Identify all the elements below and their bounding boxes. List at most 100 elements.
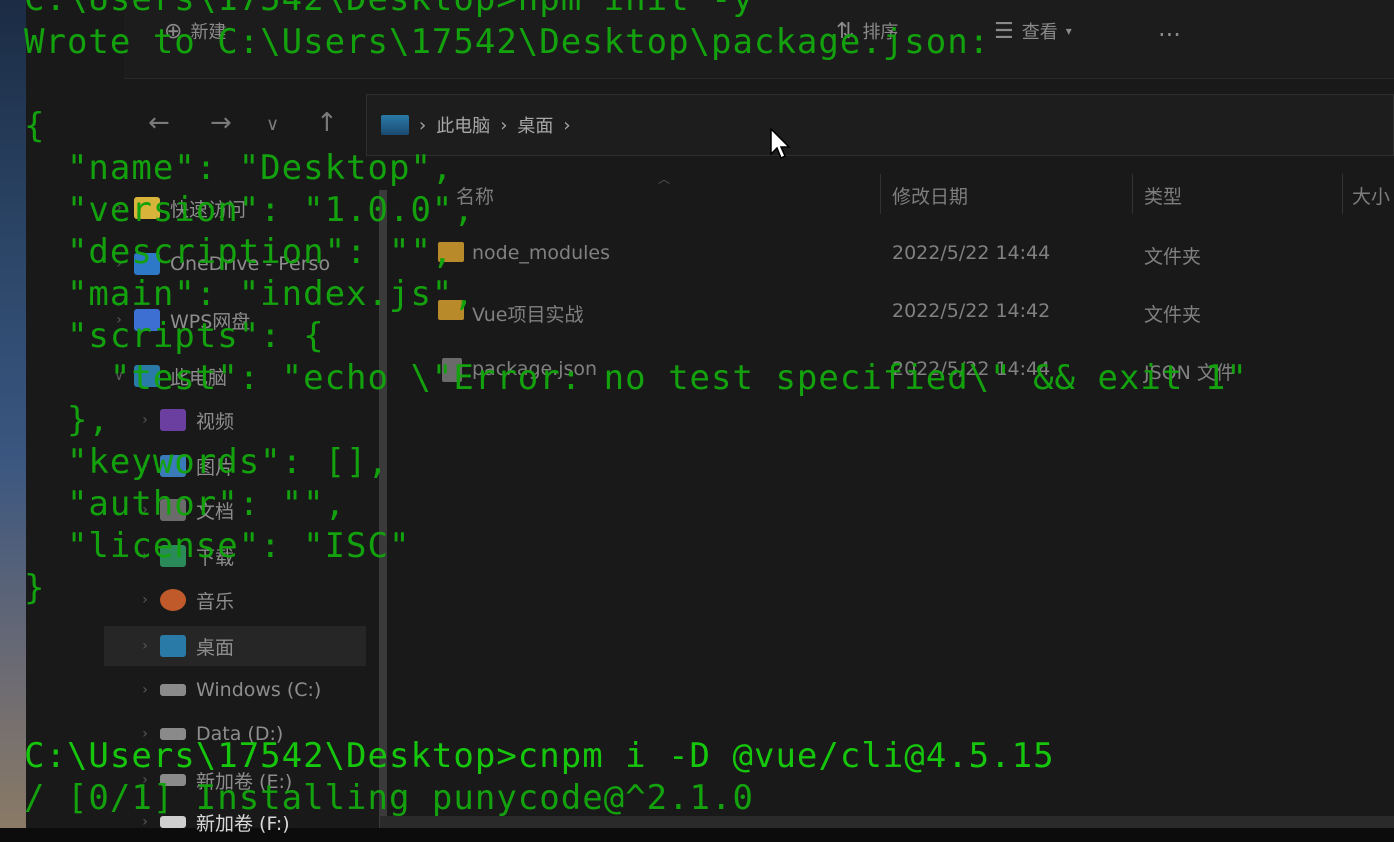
download-icon: [160, 545, 186, 567]
breadcrumb-separator-icon: ›: [419, 114, 427, 136]
chevron-right-icon: ›: [142, 772, 148, 788]
new-button-label: 新建: [190, 22, 227, 43]
sidebar-item-drive-c[interactable]: › Windows (C:): [104, 670, 366, 710]
explorer-toolbar: ⊕ 新建 ⇅ 排序 ☰ 查看 ▾ ...: [124, 0, 1394, 79]
cloud-icon: [134, 253, 160, 275]
sidebar-item-drive-f[interactable]: › 新加卷 (F:): [104, 802, 366, 842]
column-divider[interactable]: [1342, 174, 1343, 214]
sort-up-icon: ︿: [658, 172, 671, 186]
sidebar-item-label: Data (D:): [196, 723, 284, 745]
chevron-right-icon: ›: [142, 592, 148, 608]
chevron-right-icon: ›: [142, 502, 148, 518]
plus-circle-icon: ⊕: [164, 18, 183, 44]
back-arrow-icon[interactable]: ←: [148, 108, 170, 138]
sidebar-item-label: 快速访问: [170, 198, 247, 221]
recent-chevron-icon[interactable]: ∨: [266, 114, 279, 135]
forward-arrow-icon[interactable]: →: [210, 108, 232, 138]
column-name[interactable]: 名称: [456, 182, 494, 209]
new-button[interactable]: ⊕ 新建: [164, 18, 226, 44]
folder-icon: [438, 300, 464, 320]
mouse-cursor-icon: [770, 128, 791, 160]
drive-icon: [160, 728, 186, 740]
sidebar-item-downloads[interactable]: › 下载: [104, 536, 366, 576]
chevron-right-icon: ›: [116, 256, 122, 272]
sidebar-item-desktop[interactable]: › 桌面: [104, 626, 366, 666]
navigation-pane: › 快速访问 › OneDrive - Perso › WPS网盘 ∨ 此电脑 …: [104, 180, 366, 835]
chevron-right-icon: ›: [116, 312, 122, 328]
sidebar-item-wps[interactable]: › WPS网盘: [104, 300, 366, 340]
file-row[interactable]: package.json 2022/5/22 14:44 JSON 文件: [402, 344, 1394, 396]
column-divider[interactable]: [1132, 174, 1133, 214]
file-name: node_modules: [472, 242, 611, 264]
chevron-right-icon: ›: [142, 458, 148, 474]
sidebar-item-this-pc[interactable]: ∨ 此电脑: [104, 356, 366, 396]
document-icon: [160, 499, 186, 521]
chevron-down-icon: ∨: [113, 368, 125, 384]
chevron-right-icon: ›: [142, 638, 148, 654]
file-type: JSON 文件: [1144, 362, 1235, 384]
drive-icon: [160, 816, 186, 828]
view-lines-icon: ☰: [994, 18, 1014, 44]
sidebar-item-label: 图片: [196, 456, 235, 479]
chevron-right-icon: ›: [142, 548, 148, 564]
sidebar-item-label: 文档: [196, 500, 235, 523]
sidebar-item-label: WPS网盘: [170, 310, 251, 333]
file-name: Vue项目实战: [472, 304, 584, 326]
sidebar-item-documents[interactable]: › 文档: [104, 490, 366, 530]
address-bar[interactable]: › 此电脑 › 桌面 ›: [366, 94, 1394, 156]
sidebar-item-pictures[interactable]: › 图片: [104, 446, 366, 486]
file-row[interactable]: Vue项目实战 2022/5/22 14:42 文件夹: [402, 286, 1394, 338]
file-date: 2022/5/22 14:42: [892, 300, 1051, 322]
sidebar-item-label: 此电脑: [170, 366, 228, 389]
column-date[interactable]: 修改日期: [892, 182, 968, 209]
sidebar-item-label: Windows (C:): [196, 679, 322, 701]
pc-icon: [134, 365, 160, 387]
column-divider[interactable]: [880, 174, 881, 214]
sort-button-label: 排序: [862, 22, 899, 43]
file-list-header: 名称 ︿ 修改日期 类型 大小: [402, 170, 1394, 216]
breadcrumb-separator-icon: ›: [500, 114, 508, 136]
drive-icon: [160, 684, 186, 696]
desktop-icon: [160, 635, 186, 657]
navigation-scrollbar[interactable]: [379, 190, 387, 828]
sidebar-item-onedrive[interactable]: › OneDrive - Perso: [104, 244, 366, 284]
cloud-icon: [134, 309, 160, 331]
chevron-right-icon: ›: [142, 412, 148, 428]
sidebar-item-videos[interactable]: › 视频: [104, 400, 366, 440]
file-name: package.json: [472, 358, 598, 380]
breadcrumb-separator-icon: ›: [563, 114, 571, 136]
folder-icon: [438, 242, 464, 262]
sidebar-item-label: 音乐: [196, 590, 235, 613]
breadcrumb-this-pc[interactable]: 此电脑: [436, 112, 490, 138]
column-size[interactable]: 大小: [1352, 182, 1390, 209]
breadcrumb-desktop[interactable]: 桌面: [517, 112, 553, 138]
sidebar-item-drive-e[interactable]: › 新加卷 (E:): [104, 760, 366, 800]
chevron-down-icon: ▾: [1065, 24, 1072, 38]
sidebar-item-label: OneDrive - Perso: [170, 253, 331, 275]
file-type: 文件夹: [1144, 246, 1202, 268]
more-label: ...: [1158, 14, 1181, 42]
file-date: 2022/5/22 14:44: [892, 242, 1051, 264]
sidebar-item-label: 视频: [196, 410, 235, 433]
view-button[interactable]: ☰ 查看 ▾: [994, 18, 1072, 44]
pc-icon: [381, 115, 409, 135]
chevron-right-icon: ›: [142, 682, 148, 698]
sort-button[interactable]: ⇅ 排序: [836, 18, 898, 44]
chevron-right-icon: ›: [142, 726, 148, 742]
sidebar-item-drive-d[interactable]: › Data (D:): [104, 714, 366, 754]
drive-icon: [160, 774, 186, 786]
file-row[interactable]: node_modules 2022/5/22 14:44 文件夹: [402, 228, 1394, 280]
file-date: 2022/5/22 14:44: [892, 358, 1051, 380]
horizontal-scrollbar[interactable]: [380, 816, 1394, 828]
up-arrow-icon[interactable]: ↑: [316, 108, 338, 138]
more-options-button[interactable]: ...: [1158, 14, 1181, 42]
sidebar-item-music[interactable]: › 音乐: [104, 580, 366, 620]
sidebar-item-label: 新加卷 (F:): [196, 812, 290, 835]
file-type: 文件夹: [1144, 304, 1202, 326]
chevron-right-icon: ›: [116, 200, 122, 216]
column-type[interactable]: 类型: [1144, 182, 1182, 209]
sort-icon: ⇅: [836, 18, 855, 44]
star-icon: [134, 197, 160, 219]
picture-icon: [160, 455, 186, 477]
sidebar-item-quick-access[interactable]: › 快速访问: [104, 188, 366, 228]
